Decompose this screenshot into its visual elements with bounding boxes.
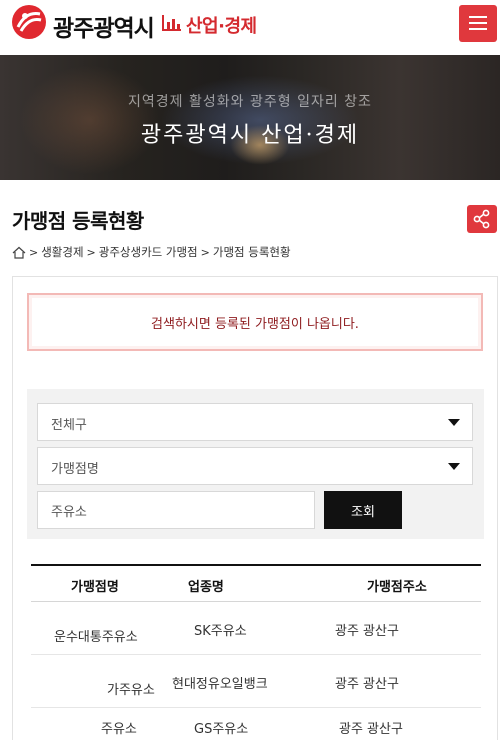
search-type-select[interactable]: 가맹점명 [37,447,473,485]
search-button[interactable]: 조회 [324,491,402,529]
table-row[interactable]: 운수대통주유소 SK주유소 광주 광산구 [31,602,481,655]
search-form: 전체구 가맹점명 조회 [27,389,484,539]
breadcrumb-item-current[interactable]: 가맹점 등록현황 [213,244,291,260]
chevron-right-icon: > [29,245,39,259]
content-card: 검색하시면 등록된 가맹점이 나옵니다. 전체구 가맹점명 조회 가맹점명 업종… [12,276,498,740]
share-button[interactable] [467,205,497,233]
section-name[interactable]: 산업·경제 [186,12,257,38]
hero-banner: 지역경제 활성화와 광주형 일자리 창조 광주광역시 산업·경제 [0,55,500,180]
chevron-right-icon: > [200,245,210,259]
merchant-category: SK주유소 [194,624,247,639]
breadcrumb-item[interactable]: 생활경제 [41,244,83,260]
merchant-name: 운수대통주유소 [54,630,138,645]
merchant-name: 주유소 [101,722,137,737]
search-notice: 검색하시면 등록된 가맹점이 나옵니다. [27,293,483,351]
city-name[interactable]: 광주광역시 [53,9,155,43]
hamburger-icon [469,16,487,18]
notice-text: 검색하시면 등록된 가맹점이 나옵니다. [151,316,359,332]
home-icon[interactable] [12,246,26,259]
column-header-name: 가맹점명 [71,580,119,595]
merchant-name: 가주유소 [107,683,155,698]
merchant-address: 광주 광산구 [339,722,403,737]
gwangju-logo-icon[interactable] [12,5,46,39]
keyword-input[interactable] [37,491,315,529]
page-title: 가맹점 등록현황 [12,209,144,233]
column-header-category: 업종명 [188,580,224,595]
caret-down-icon [448,463,460,470]
search-type-value: 가맹점명 [51,462,99,477]
banner-subtitle: 지역경제 활성화와 광주형 일자리 창조 [128,94,372,110]
merchant-category: GS주유소 [194,722,249,737]
chevron-right-icon: > [86,245,96,259]
banner-title: 광주광역시 산업·경제 [140,123,360,148]
breadcrumb-item[interactable]: 광주상생카드 가맹점 [99,244,198,260]
site-header: 광주광역시 산업·경제 [0,0,500,55]
table-row[interactable]: 가주유소 현대정유오일뱅크 광주 광산구 [31,655,481,708]
merchant-table: 가맹점명 업종명 가맹점주소 운수대통주유소 SK주유소 광주 광산구 가주유소… [31,564,481,740]
table-header: 가맹점명 업종명 가맹점주소 [31,564,481,602]
caret-down-icon [448,419,460,426]
merchant-address: 광주 광산구 [335,624,399,639]
menu-button[interactable] [459,5,497,42]
merchant-address: 광주 광산구 [335,677,399,692]
merchant-category: 현대정유오일뱅크 [172,677,268,692]
share-icon [473,209,490,229]
table-row[interactable]: 주유소 GS주유소 광주 광산구 [31,708,481,740]
breadcrumb: > 생활경제 > 광주상생카드 가맹점 > 가맹점 등록현황 [12,244,291,260]
district-select[interactable]: 전체구 [37,403,473,441]
district-select-value: 전체구 [51,418,87,433]
column-header-address: 가맹점주소 [367,580,427,595]
industry-chart-icon [162,14,182,36]
